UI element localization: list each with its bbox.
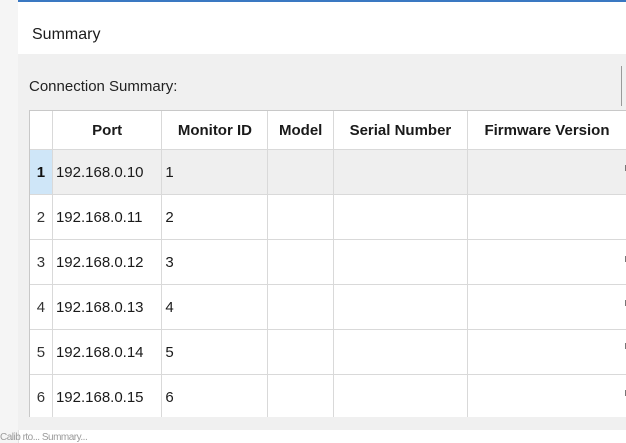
table-row[interactable]: 2 192.168.0.11 2 [30,194,626,240]
garbled-status-text: Calib rto... Summary... [0,432,88,443]
row-header[interactable]: 2 [30,194,53,240]
monitor-id-cell[interactable]: 6 [161,374,269,417]
table-row[interactable]: 6 192.168.0.15 6 [30,374,626,417]
monitor-id-cell[interactable]: 3 [161,239,269,285]
model-cell[interactable] [267,194,334,240]
port-cell[interactable]: 192.168.0.14 [52,329,163,375]
left-window-edge [0,0,19,443]
right-divider [621,66,622,106]
firmware-version-cell[interactable] [467,284,626,330]
column-header-monitor-id[interactable]: Monitor ID [161,111,269,150]
port-cell[interactable]: 192.168.0.15 [52,374,163,417]
port-cell[interactable]: 192.168.0.12 [52,239,163,285]
column-header-model[interactable]: Model [267,111,334,150]
summary-title: Summary [32,26,101,43]
summary-header: Summary [18,2,626,54]
serial-number-cell[interactable] [333,329,468,375]
table-row[interactable]: 3 192.168.0.12 3 [30,239,626,285]
table-row[interactable]: 4 192.168.0.13 4 [30,284,626,330]
column-header-port[interactable]: Port [52,111,163,150]
model-cell[interactable] [267,239,334,285]
table-row[interactable]: 1 192.168.0.10 1 [30,149,626,195]
row-header[interactable]: 5 [30,329,53,375]
row-header-corner[interactable] [30,111,53,150]
row-header[interactable]: 6 [30,374,53,417]
serial-number-cell[interactable] [333,149,468,195]
connection-table: Port Monitor ID Model Serial Number Firm… [30,111,626,417]
monitor-id-cell[interactable]: 5 [161,329,269,375]
table-row[interactable]: 5 192.168.0.14 5 [30,329,626,375]
connection-summary-grid[interactable]: Port Monitor ID Model Serial Number Firm… [29,110,626,417]
firmware-version-cell[interactable] [467,374,626,417]
port-cell[interactable]: 192.168.0.13 [52,284,163,330]
model-cell[interactable] [267,329,334,375]
port-cell[interactable]: 192.168.0.11 [52,194,163,240]
monitor-id-cell[interactable]: 1 [161,149,269,195]
model-cell[interactable] [267,374,334,417]
model-cell[interactable] [267,284,334,330]
connection-summary-label: Connection Summary: [29,78,178,95]
serial-number-cell[interactable] [333,239,468,285]
port-cell[interactable]: 192.168.0.10 [52,149,163,195]
table-header-row: Port Monitor ID Model Serial Number Firm… [30,111,626,150]
monitor-id-cell[interactable]: 2 [161,194,269,240]
serial-number-cell[interactable] [333,374,468,417]
firmware-version-cell[interactable] [467,194,626,240]
firmware-version-cell[interactable] [467,149,626,195]
model-cell[interactable] [267,149,334,195]
column-header-serial-number[interactable]: Serial Number [333,111,468,150]
row-header[interactable]: 3 [30,239,53,285]
firmware-version-cell[interactable] [467,329,626,375]
row-header[interactable]: 4 [30,284,53,330]
serial-number-cell[interactable] [333,284,468,330]
row-header[interactable]: 1 [30,149,53,195]
monitor-id-cell[interactable]: 4 [161,284,269,330]
column-header-firmware-version[interactable]: Firmware Version [467,111,626,150]
serial-number-cell[interactable] [333,194,468,240]
firmware-version-cell[interactable] [467,239,626,285]
